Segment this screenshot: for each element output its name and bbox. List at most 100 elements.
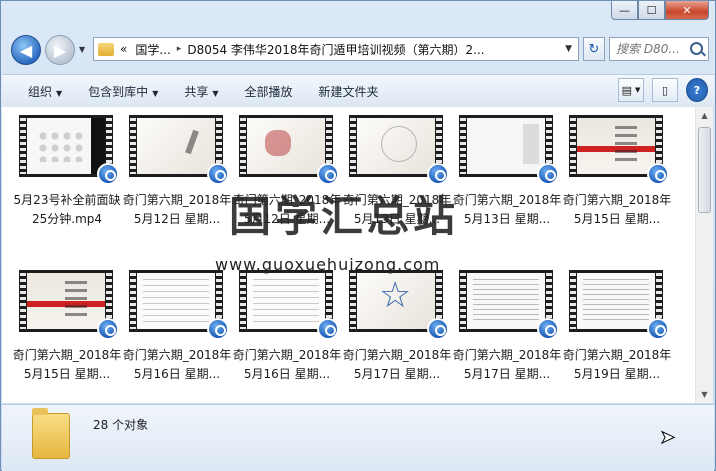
thumbnail-image (357, 273, 435, 329)
thumbnail-image (137, 273, 215, 329)
film-strip (240, 273, 246, 329)
watermark-logo: 国学汇总站 (229, 192, 460, 241)
breadcrumb-current-folder[interactable]: D8054 李伟华2018年奇门遁甲培训视频（第六期）2... (187, 41, 484, 58)
media-player-icon (427, 163, 449, 185)
command-bar: 组织 ▼ 包含到库中 ▼ 共享 ▼ 全部播放 新建文件夹 ▤ ▼ ▯ ? (2, 74, 714, 108)
play-all-button[interactable]: 全部播放 (245, 83, 293, 100)
media-player-icon (97, 318, 119, 340)
video-thumbnail[interactable] (349, 270, 449, 340)
organize-label: 组织 (28, 84, 53, 99)
breadcrumb-guoxue[interactable]: 国学... (135, 41, 170, 58)
video-thumbnail[interactable] (129, 270, 229, 340)
video-thumbnail[interactable] (239, 270, 339, 340)
search-icon[interactable] (690, 42, 703, 55)
film-strip (350, 273, 356, 329)
preview-pane-button[interactable]: ▯ (652, 78, 678, 102)
thumbnail-image (247, 118, 325, 174)
video-thumbnail[interactable] (459, 270, 559, 340)
film-strip (130, 118, 136, 174)
breadcrumb-overflow[interactable]: « (120, 42, 127, 56)
media-player-icon (97, 163, 119, 185)
address-dropdown[interactable]: ▼ (565, 44, 572, 54)
mouse-cursor-icon: ➤ (659, 427, 676, 449)
video-thumbnail[interactable] (239, 115, 339, 185)
watermark-url: www.guoxuehuizong.com (215, 255, 441, 274)
media-player-icon (207, 163, 229, 185)
recent-pages-dropdown[interactable]: ▼ (79, 45, 85, 54)
help-icon: ? (693, 83, 701, 97)
film-strip (240, 118, 246, 174)
thumbnail-image (27, 273, 105, 329)
chevron-down-icon: ▼ (212, 88, 219, 98)
help-button[interactable]: ? (686, 78, 708, 102)
preview-pane-icon: ▯ (661, 83, 669, 97)
thumbnail-image (27, 118, 105, 174)
vertical-scrollbar[interactable]: ▲ ▼ (695, 107, 713, 403)
film-strip (20, 273, 26, 329)
navigation-bar: ◀ ▶ ▼ « 国学... ▸ D8054 李伟华2018年奇门遁甲培训视频（第… (7, 31, 709, 65)
maximize-button[interactable]: ☐ (638, 1, 665, 20)
change-view-button[interactable]: ▤ ▼ (618, 78, 644, 102)
file-name[interactable]: 奇门第六期_2018年5月13日 星期... (451, 191, 563, 229)
close-button[interactable]: ✕ (665, 1, 709, 20)
film-strip (570, 273, 576, 329)
chevron-down-icon: ▼ (635, 86, 641, 94)
search-box[interactable] (609, 37, 709, 61)
chevron-down-icon: ▼ (56, 88, 63, 98)
media-player-icon (317, 318, 339, 340)
share-label: 共享 (184, 84, 209, 99)
file-name[interactable]: 奇门第六期_2018年5月15日 星期... (561, 191, 673, 229)
media-player-icon (317, 163, 339, 185)
media-player-icon (537, 318, 559, 340)
scroll-thumb[interactable] (698, 127, 711, 213)
forward-button[interactable]: ▶ (45, 35, 75, 65)
folder-icon (98, 42, 114, 56)
film-strip (570, 118, 576, 174)
file-name[interactable]: 奇门第六期_2018年5月16日 星期... (231, 346, 343, 384)
file-name[interactable]: 奇门第六期_2018年5月17日 星期... (341, 346, 453, 384)
thumbnail-image (357, 118, 435, 174)
file-name[interactable]: 奇门第六期_2018年5月17日 星期... (451, 346, 563, 384)
caption-buttons: — ☐ ✕ (611, 1, 709, 20)
video-thumbnail[interactable] (569, 115, 669, 185)
back-button[interactable]: ◀ (11, 35, 41, 65)
thumbnail-image (247, 273, 325, 329)
thumbnail-image (577, 273, 655, 329)
file-name[interactable]: 5月23号补全前面缺25分钟.mp4 (11, 191, 123, 229)
film-strip (350, 118, 356, 174)
video-thumbnail[interactable] (569, 270, 669, 340)
video-thumbnail[interactable] (129, 115, 229, 185)
video-thumbnail[interactable] (349, 115, 449, 185)
video-thumbnail[interactable] (19, 270, 119, 340)
video-thumbnail[interactable] (459, 115, 559, 185)
new-folder-button[interactable]: 新建文件夹 (319, 83, 379, 100)
thumbnail-image (137, 118, 215, 174)
view-icon: ▤ (621, 83, 632, 97)
media-player-icon (537, 163, 559, 185)
scroll-up-arrow[interactable]: ▲ (696, 107, 713, 124)
thumbnail-image (467, 273, 545, 329)
film-strip (20, 118, 26, 174)
thumbnail-image (467, 118, 545, 174)
share-button[interactable]: 共享 ▼ (184, 83, 218, 100)
file-name[interactable]: 奇门第六期_2018年5月12日 星期... (121, 191, 233, 229)
film-strip (130, 273, 136, 329)
search-input[interactable] (616, 42, 682, 56)
include-in-library-label: 包含到库中 (88, 84, 149, 99)
explorer-window: — ☐ ✕ ◀ ▶ ▼ « 国学... ▸ D8054 李伟华2018年奇门遁甲… (0, 0, 716, 471)
video-thumbnail[interactable] (19, 115, 119, 185)
film-strip (460, 273, 466, 329)
include-in-library-button[interactable]: 包含到库中 ▼ (88, 83, 158, 100)
chevron-down-icon: ▼ (152, 88, 159, 98)
media-player-icon (647, 318, 669, 340)
file-name[interactable]: 奇门第六期_2018年5月16日 星期... (121, 346, 233, 384)
minimize-button[interactable]: — (611, 1, 638, 20)
address-bar[interactable]: « 国学... ▸ D8054 李伟华2018年奇门遁甲培训视频（第六期）2..… (93, 37, 579, 61)
folder-icon (32, 408, 70, 459)
file-name[interactable]: 奇门第六期_2018年5月15日 星期... (11, 346, 123, 384)
scroll-down-arrow[interactable]: ▼ (696, 386, 713, 403)
refresh-button[interactable]: ↻ (583, 37, 605, 61)
breadcrumb-separator[interactable]: ▸ (177, 44, 182, 54)
file-name[interactable]: 奇门第六期_2018年5月19日 星期... (561, 346, 673, 384)
organize-button[interactable]: 组织 ▼ (28, 83, 62, 100)
